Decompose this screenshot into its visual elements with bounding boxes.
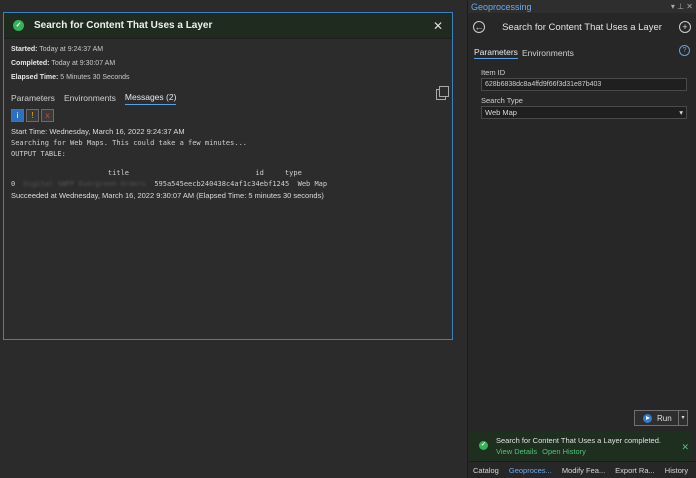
success-check-icon: ✓ <box>13 20 24 31</box>
pane-title: Geoprocessing <box>471 1 532 12</box>
completed-label: Completed: <box>11 60 50 67</box>
message-filters: i ! x <box>4 105 452 126</box>
message-succeeded: Succeeded at Wednesday, March 16, 2022 9… <box>11 191 324 200</box>
close-icon[interactable]: ✕ <box>681 442 689 453</box>
view-details-link[interactable]: View Details <box>496 446 537 457</box>
tab-export-raster[interactable]: Export Ra... <box>610 462 660 478</box>
copy-icon[interactable] <box>436 86 449 100</box>
chevron-down-icon: ▾ <box>679 108 683 117</box>
search-type-value: Web Map <box>485 108 517 117</box>
search-type-label: Search Type <box>481 96 523 105</box>
started-label: Started: <box>11 46 38 53</box>
pane-options-icon[interactable]: ▾ ⊥ ✕ <box>671 2 696 11</box>
bottom-pane-tabs: Catalog Geoproces... Modify Fea... Expor… <box>468 461 696 478</box>
tool-parameters: Item ID 628b6838dc8a4ffd9f66f3d31e87b403… <box>468 59 696 119</box>
popup-title: Search for Content That Uses a Layer <box>34 20 213 31</box>
tab-history[interactable]: History <box>660 462 693 478</box>
elapsed-value: 5 Minutes 30 Seconds <box>60 74 130 81</box>
help-icon[interactable]: ? <box>679 45 690 56</box>
popup-header: ✓ Search for Content That Uses a Layer ✕ <box>4 13 452 39</box>
tool-tabs: Parameters Environments ? <box>468 41 696 59</box>
completion-notice: ✓ Search for Content That Uses a Layer c… <box>470 431 694 461</box>
geoprocessing-pane: Geoprocessing ▾ ⊥ ✕ ← Search for Content… <box>467 0 696 478</box>
tool-name: Search for Content That Uses a Layer <box>502 21 662 33</box>
tab-catalog[interactable]: Catalog <box>468 462 504 478</box>
row-title-blurred: Digital SWPP Evergreen Orders <box>23 179 146 188</box>
tab-messages[interactable]: Messages (2) <box>124 92 177 105</box>
run-button[interactable]: Run ▾ <box>634 410 688 426</box>
pane-titlebar: Geoprocessing ▾ ⊥ ✕ <box>468 0 696 13</box>
elapsed-label: Elapsed Time: <box>11 74 59 81</box>
tool-header: ← Search for Content That Uses a Layer + <box>468 13 696 41</box>
tab-geoprocessing[interactable]: Geoproces... <box>503 462 557 478</box>
close-icon[interactable]: ✕ <box>433 19 443 33</box>
row-id-type: 595a545eecb240438c4af1c34ebf1245 Web Map <box>154 179 328 188</box>
success-check-icon: ✓ <box>479 441 488 450</box>
run-label: Run <box>657 413 672 423</box>
back-icon[interactable]: ← <box>473 21 485 33</box>
completed-value: Today at 9:30:07 AM <box>51 60 116 67</box>
tab-environments[interactable]: Environments <box>64 93 116 105</box>
message-start-time: Start Time: Wednesday, March 16, 2022 9:… <box>11 127 185 136</box>
search-type-select[interactable]: Web Map ▾ <box>481 106 687 119</box>
messages-body: Start Time: Wednesday, March 16, 2022 9:… <box>4 126 452 202</box>
output-table-header: title id type <box>11 169 302 177</box>
run-metadata: Started: Today at 9:24:37 AM Completed: … <box>4 39 452 85</box>
info-filter-icon[interactable]: i <box>11 109 24 122</box>
tool-details-popup: ✓ Search for Content That Uses a Layer ✕… <box>3 12 453 340</box>
item-id-label: Item ID <box>481 68 506 77</box>
tab-modify-features[interactable]: Modify Fea... <box>557 462 610 478</box>
notice-text: Search for Content That Uses a Layer com… <box>496 436 661 445</box>
tab-parameters[interactable]: Parameters <box>474 47 518 59</box>
tab-parameters[interactable]: Parameters <box>11 93 55 105</box>
popup-tabs: Parameters Environments Messages (2) <box>4 85 452 105</box>
open-history-link[interactable]: Open History <box>542 446 586 457</box>
warning-filter-icon[interactable]: ! <box>26 109 39 122</box>
message-output-table: OUTPUT TABLE: <box>11 149 66 158</box>
error-filter-icon[interactable]: x <box>41 109 54 122</box>
message-searching: Searching for Web Maps. This could take … <box>11 139 248 147</box>
output-table-row: 0 Digital SWPP Evergreen Orders 595a545e… <box>11 179 445 190</box>
run-dropdown-icon[interactable]: ▾ <box>678 411 687 425</box>
started-value: Today at 9:24:37 AM <box>39 46 104 53</box>
row-index: 0 <box>11 179 16 188</box>
item-id-input[interactable]: 628b6838dc8a4ffd9f66f3d31e87b403 <box>481 78 687 91</box>
add-icon[interactable]: + <box>679 21 691 33</box>
run-play-icon <box>643 413 652 423</box>
tab-environments[interactable]: Environments <box>522 48 574 59</box>
